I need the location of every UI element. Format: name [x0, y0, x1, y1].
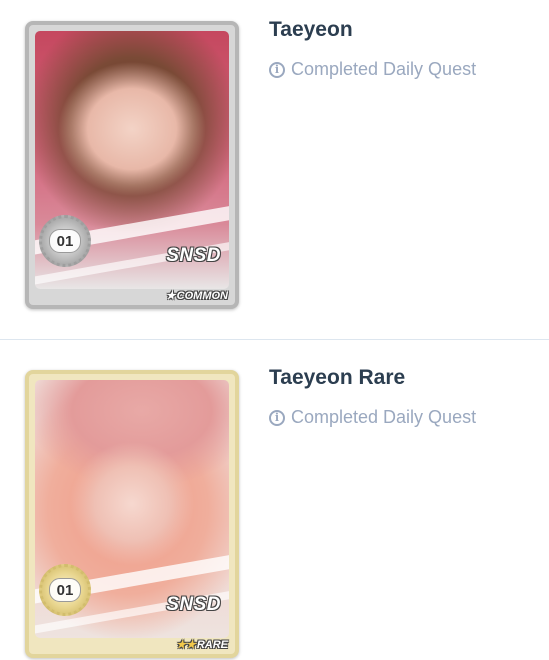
card-group-label: SNSD: [166, 594, 221, 615]
card-rarity: ★COMMON: [166, 289, 228, 302]
card-requirement: i Completed Daily Quest: [269, 59, 476, 80]
rarity-star-icon: ★★: [176, 639, 196, 651]
card-title: Taeyeon Rare: [269, 366, 406, 389]
card-rarity: ★★RARE: [176, 638, 228, 651]
card-number-badge: 01: [39, 215, 91, 267]
info-circle-icon: i: [269, 409, 285, 426]
card-number-badge: 01: [39, 564, 91, 616]
rarity-label: COMMON: [176, 290, 228, 302]
card-image[interactable]: 01 SNSD ★★RARE: [25, 370, 239, 658]
card-number: 01: [56, 232, 74, 250]
rarity-star-icon: ★: [165, 290, 176, 302]
card-requirement: i Completed Daily Quest: [269, 407, 476, 428]
rarity-label: RARE: [196, 639, 228, 651]
card-list-item: 01 SNSD ★★RARE Taeyeon Rare i Completed …: [0, 340, 549, 660]
card-requirement-text: Completed Daily Quest: [291, 59, 477, 79]
card-image[interactable]: 01 SNSD ★COMMON: [25, 21, 239, 309]
card-list-item: 01 SNSD ★COMMON Taeyeon i Completed Dail…: [0, 0, 549, 339]
card-requirement-text: Completed Daily Quest: [291, 407, 477, 427]
card-group-label: SNSD: [166, 245, 221, 266]
card-title: Taeyeon: [269, 18, 353, 41]
info-circle-icon: i: [269, 61, 285, 78]
card-number: 01: [56, 581, 74, 599]
